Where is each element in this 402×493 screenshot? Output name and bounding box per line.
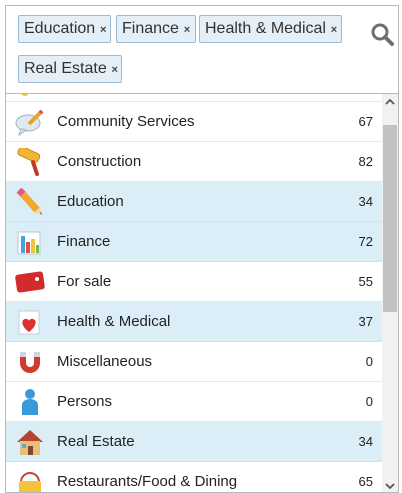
list-item[interactable]: Persons 0 — [6, 382, 382, 422]
pencil-icon — [16, 188, 42, 215]
tag-finance: Finance × — [116, 15, 196, 43]
category-label: Finance — [57, 233, 111, 250]
selected-tags-area[interactable]: Education × Finance × Health & Medical × Re… — [6, 6, 398, 94]
partial-category-icon — [21, 94, 29, 96]
category-label: Community Services — [57, 113, 195, 130]
magnet-icon — [20, 352, 40, 373]
category-count: 34 — [358, 434, 373, 449]
category-multiselect: Education × Finance × Health & Medical × Re… — [5, 5, 399, 493]
category-label: For sale — [57, 273, 112, 290]
category-label: Construction — [57, 153, 142, 170]
paint-roller-icon — [17, 148, 41, 176]
category-label: Real Estate — [57, 433, 135, 450]
list-item[interactable]: Health & Medical 37 — [6, 302, 382, 342]
remove-tag-icon[interactable]: × — [110, 57, 120, 83]
category-count: 82 — [358, 154, 373, 169]
remove-tag-icon[interactable]: × — [329, 17, 339, 43]
category-count: 0 — [365, 394, 373, 409]
tag-health-medical: Health & Medical × — [199, 15, 342, 43]
search-icon[interactable] — [370, 22, 394, 46]
tag-label: Education — [24, 20, 96, 37]
house-icon — [17, 430, 43, 455]
list-item[interactable]: Restaurants/Food & Dining 65 — [6, 462, 382, 492]
scroll-down-arrow-icon[interactable] — [382, 478, 398, 493]
remove-tag-icon[interactable]: × — [98, 17, 108, 43]
category-count: 0 — [365, 354, 373, 369]
list-scrollbar[interactable] — [382, 94, 398, 493]
tag-real-estate: Real Estate × — [18, 55, 122, 83]
person-icon — [22, 389, 38, 415]
shopping-basket-icon — [19, 472, 41, 492]
scroll-up-arrow-icon[interactable] — [382, 94, 398, 110]
category-count: 65 — [358, 474, 373, 489]
category-count: 72 — [358, 234, 373, 249]
list-item[interactable]: Education 34 — [6, 182, 382, 222]
list-item[interactable]: Real Estate 34 — [6, 422, 382, 462]
category-list: Community Services 67 Construction 82 Ed… — [6, 94, 382, 492]
bar-chart-icon — [17, 231, 41, 255]
price-tag-icon — [15, 271, 45, 293]
list-item[interactable] — [6, 94, 382, 102]
category-label: Persons — [57, 393, 113, 410]
tag-education: Education × — [18, 15, 111, 43]
category-count: 67 — [358, 114, 373, 129]
category-count: 37 — [358, 314, 373, 329]
category-count: 34 — [358, 194, 373, 209]
category-label: Miscellaneous — [57, 353, 153, 370]
list-item[interactable]: Finance 72 — [6, 222, 382, 262]
category-count: 55 — [358, 274, 373, 289]
list-item[interactable]: Construction 82 — [6, 142, 382, 182]
scroll-thumb[interactable] — [383, 125, 397, 312]
category-label: Restaurants/Food & Dining — [57, 473, 238, 490]
remove-tag-icon[interactable]: × — [182, 17, 192, 43]
tag-label: Health & Medical — [205, 20, 326, 37]
speech-bubble-pencil-icon — [15, 109, 44, 136]
list-item[interactable]: Miscellaneous 0 — [6, 342, 382, 382]
category-label: Health & Medical — [57, 313, 171, 330]
list-item[interactable]: For sale 55 — [6, 262, 382, 302]
list-item[interactable]: Community Services 67 — [6, 102, 382, 142]
tag-label: Finance — [122, 20, 179, 37]
tag-label: Real Estate — [24, 60, 107, 77]
heart-icon — [18, 310, 40, 335]
category-label: Education — [57, 193, 124, 210]
